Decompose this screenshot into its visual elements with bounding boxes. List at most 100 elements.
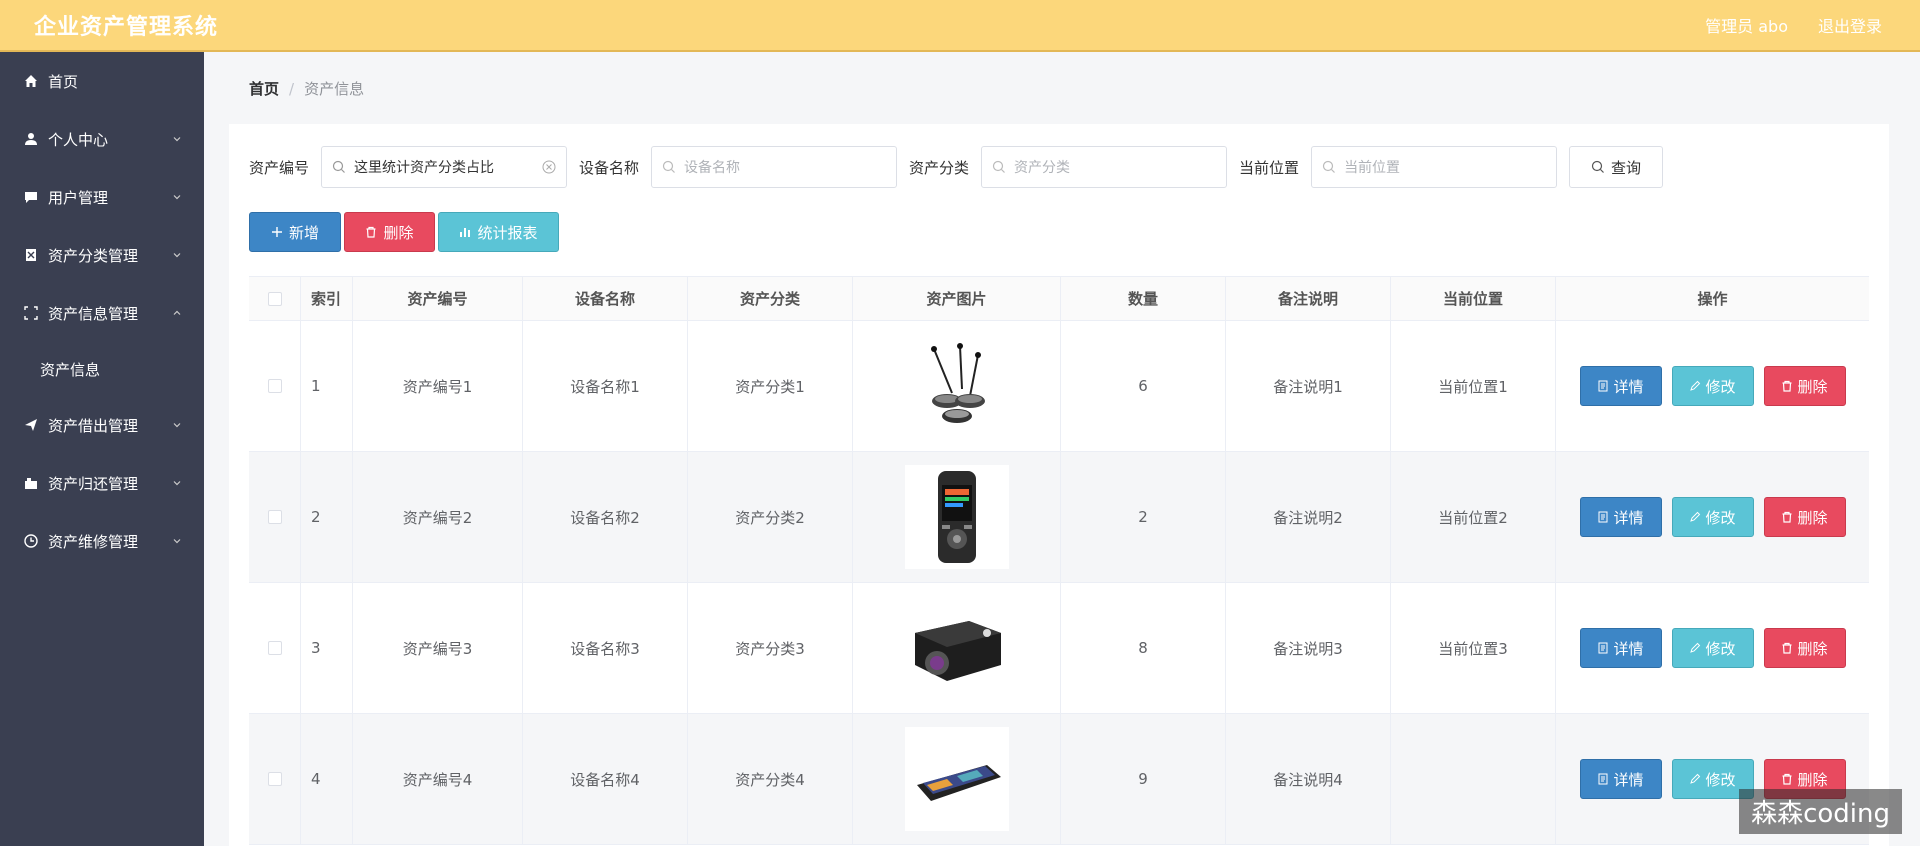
add-button[interactable]: 新增 [249,212,341,252]
row-index: 4 [301,714,353,844]
document-icon [1598,380,1608,392]
row-index: 2 [301,452,353,582]
sidebar-item-users[interactable]: 用户管理 [0,168,204,226]
clear-icon[interactable] [542,160,556,174]
location-input[interactable]: 当前位置 [1311,146,1558,188]
detail-button[interactable]: 详情 [1579,366,1662,406]
sidebar-item-profile[interactable]: 个人中心 [0,110,204,168]
device-name-label: 设备名称 [579,158,640,177]
edit-button[interactable]: 修改 [1671,497,1754,537]
sidebar-item-asset-lend[interactable]: 资产借出管理 [0,396,204,454]
breadcrumb: 首页 / 资产信息 [249,78,364,99]
category-input[interactable]: 资产分类 [981,146,1228,188]
content-card: 资产编号 这里统计资产分类占比 设备名称 设备名称 资产分类 资产分类 当前位置… [229,124,1889,846]
bar-chart-icon [460,228,471,237]
main-content: 首页 / 资产信息 资产编号 这里统计资产分类占比 设备名称 设备名称 资产分类… [204,52,1920,846]
row-checkbox[interactable] [267,641,282,655]
column-header: 数量 [1061,277,1226,320]
row-checkbox[interactable] [267,510,282,524]
clock-icon [22,532,40,550]
asset-image-microphone [904,334,1009,438]
logout-link[interactable]: 退出登录 [1818,13,1882,37]
clipboard-icon [22,246,40,264]
watermark: 森森coding [1739,789,1902,834]
search-icon [1322,160,1335,173]
row-checkbox[interactable] [267,379,282,393]
location-placeholder: 当前位置 [1344,160,1401,176]
detail-button[interactable]: 详情 [1579,759,1662,799]
chevron-down-icon [173,137,181,142]
table-header: 索引 资产编号 设备名称 资产分类 资产图片 数量 备注说明 当前位置 操作 [249,277,1869,321]
app-title: 企业资产管理系统 [34,15,219,40]
asset-no-input[interactable]: 这里统计资产分类占比 [321,146,568,188]
sidebar-item-asset-info[interactable]: 资产信息管理 [0,284,204,342]
detail-button[interactable]: 详情 [1579,628,1662,668]
select-all-checkbox[interactable] [267,291,282,306]
device-name-cell: 设备名称1 [523,321,688,451]
chevron-up-icon [173,310,181,315]
detail-button-label: 详情 [1613,377,1644,396]
document-icon [1598,642,1608,654]
remark-cell: 备注说明1 [1226,321,1391,451]
location-label: 当前位置 [1239,158,1300,177]
sidebar-item-asset-return[interactable]: 资产归还管理 [0,454,204,512]
batch-delete-button[interactable]: 删除 [344,212,435,252]
query-button[interactable]: 查询 [1569,146,1664,188]
delete-button[interactable]: 删除 [1763,366,1846,406]
chevron-down-icon [173,481,181,486]
detail-button[interactable]: 详情 [1579,497,1662,537]
asset-no-label: 资产编号 [249,158,310,177]
sidebar-item-home[interactable]: 首页 [0,52,204,110]
sidebar-item-label: 首页 [48,72,79,91]
chevron-down-icon [173,539,181,544]
box-icon [22,474,40,492]
category-placeholder: 资产分类 [1014,160,1071,176]
column-header: 当前位置 [1391,277,1556,320]
sidebar-item-asset-repair[interactable]: 资产维修管理 [0,512,204,570]
device-name-placeholder: 设备名称 [684,160,741,176]
asset-no-cell: 资产编号1 [353,321,523,451]
top-bar: 企业资产管理系统 管理员 abo 退出登录 [0,0,1920,52]
table-row: 3 资产编号3 设备名称3 资产分类3 8 备注说明3 当前位置3 详情 修改 [249,583,1869,714]
sidebar-item-label: 个人中心 [48,130,109,149]
breadcrumb-current: 资产信息 [304,80,365,98]
column-header: 资产图片 [853,277,1061,320]
edit-icon [1690,642,1701,653]
column-header: 操作 [1697,290,1728,308]
column-header: 资产编号 [353,277,523,320]
breadcrumb-separator: / [289,79,295,98]
trash-icon [366,226,376,238]
table-row: 4 资产编号4 设备名称4 资产分类4 9 备注说明4 详情 修改 删除 [249,714,1869,845]
sidebar-item-asset-category[interactable]: 资产分类管理 [0,226,204,284]
chat-icon [22,188,40,206]
breadcrumb-home[interactable]: 首页 [249,78,279,99]
asset-image-tablet [904,727,1009,831]
category-label: 资产分类 [909,158,970,177]
table-row: 2 资产编号2 设备名称2 资产分类2 2 备注说明2 当前位置2 详情 修改 … [249,452,1869,583]
asset-image-projector [904,596,1009,700]
search-icon [992,160,1005,173]
detail-button-label: 详情 [1613,770,1644,789]
delete-button[interactable]: 删除 [1763,628,1846,668]
column-header: 索引 [301,277,353,320]
device-name-input[interactable]: 设备名称 [651,146,898,188]
row-index: 3 [301,583,353,713]
row-checkbox[interactable] [267,772,282,786]
edit-button[interactable]: 修改 [1671,366,1754,406]
edit-button-label: 修改 [1705,377,1736,396]
device-name-cell: 设备名称3 [523,583,688,713]
asset-no-cell: 资产编号3 [353,583,523,713]
edit-button-label: 修改 [1705,508,1736,527]
sidebar-subitem-asset-info[interactable]: 资产信息 [0,342,204,396]
sidebar-item-label: 资产借出管理 [48,416,139,435]
chevron-down-icon [173,195,181,200]
edit-button-label: 修改 [1705,639,1736,658]
home-icon [22,72,40,90]
sidebar-item-label: 资产归还管理 [48,474,139,493]
category-cell: 资产分类4 [688,714,853,844]
edit-button[interactable]: 修改 [1671,628,1754,668]
stats-report-button[interactable]: 统计报表 [438,212,559,252]
detail-button-label: 详情 [1613,639,1644,658]
search-icon [332,160,345,173]
delete-button[interactable]: 删除 [1763,497,1846,537]
